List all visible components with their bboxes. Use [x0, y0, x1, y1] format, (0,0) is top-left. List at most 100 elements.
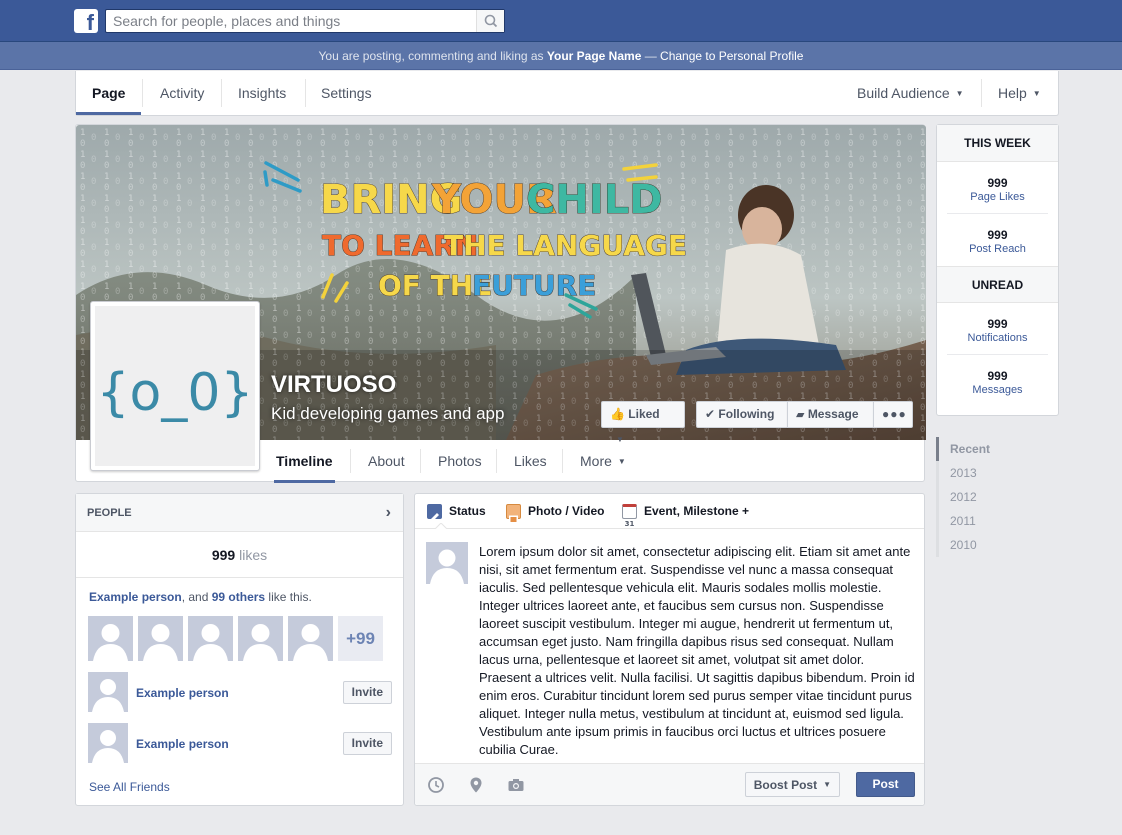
- avatar[interactable]: [188, 616, 233, 661]
- tab-about[interactable]: About: [368, 440, 405, 483]
- clock-icon[interactable]: [427, 776, 445, 794]
- cover-card: 1 0 0: [75, 124, 926, 483]
- avatar[interactable]: [88, 672, 128, 712]
- notifications-count: 999: [987, 317, 1008, 331]
- post-button[interactable]: Post: [856, 772, 915, 797]
- boost-post-label: Boost Post: [753, 778, 818, 792]
- checkmark-icon: ✔: [705, 407, 716, 421]
- year-2010[interactable]: 2010: [936, 533, 1036, 557]
- caret-down-icon: ▼: [1032, 89, 1041, 98]
- tab-photos[interactable]: Photos: [438, 440, 482, 483]
- avatar[interactable]: [88, 723, 128, 763]
- avatar: [426, 542, 468, 584]
- svg-text:31: 31: [625, 520, 635, 528]
- liked-button[interactable]: 👍 Liked ▼: [601, 401, 685, 444]
- caret-down-icon: ▼: [823, 780, 831, 789]
- composer-tabs: Status Photo / Video 31 Event, Milestone…: [415, 494, 924, 530]
- default-avatar-icon: [193, 624, 228, 661]
- tab-timeline[interactable]: Timeline: [274, 440, 335, 483]
- default-avatar-icon: [293, 624, 328, 661]
- people-card: PEOPLE › 999 likes Example person, and 9…: [75, 493, 404, 806]
- search-button[interactable]: [476, 10, 504, 32]
- event-milestone-label: Event, Milestone +: [644, 504, 750, 518]
- messages-stat[interactable]: 999 Messages: [947, 355, 1048, 407]
- thumbs-up-icon: 👍: [610, 407, 625, 421]
- default-avatar-icon: [92, 730, 124, 763]
- message-button[interactable]: ▰ Message: [787, 401, 874, 428]
- invite-button[interactable]: Invite: [342, 732, 392, 755]
- profile-picture[interactable]: {o_0}: [90, 301, 260, 471]
- friends-like-text: Example person, and 99 others like this.: [89, 590, 312, 604]
- status-textarea[interactable]: Lorem ipsum dolor sit amet, consectetur …: [479, 543, 915, 759]
- location-pin-icon[interactable]: [467, 776, 485, 794]
- likes-count: 999: [211, 547, 236, 563]
- avatar[interactable]: [138, 616, 183, 661]
- more-friends-badge[interactable]: +99: [338, 616, 383, 661]
- caret-down-icon: ▼: [955, 89, 964, 98]
- avatar[interactable]: [238, 616, 283, 661]
- person-name-link[interactable]: Example person: [136, 686, 229, 700]
- tab-insights[interactable]: Insights: [222, 71, 302, 115]
- stats-panel: THIS WEEK 999 Page Likes 999 Post Reach …: [936, 124, 1059, 416]
- person-name-link[interactable]: Example person: [136, 737, 229, 751]
- year-recent[interactable]: Recent: [936, 437, 1036, 461]
- following-label: Following: [718, 407, 775, 421]
- composer-body[interactable]: Lorem ipsum dolor sit amet, consectetur …: [415, 530, 924, 762]
- cover-headline-child: CHILD: [526, 177, 662, 223]
- change-profile-link[interactable]: Change to Personal Profile: [660, 49, 803, 63]
- composer-footer: Boost Post ▼ Post: [415, 763, 924, 805]
- invite-button[interactable]: Invite: [342, 681, 392, 704]
- year-2011[interactable]: 2011: [936, 509, 1036, 533]
- this-week-header: THIS WEEK: [937, 125, 1058, 162]
- year-2012[interactable]: 2012: [936, 485, 1036, 509]
- people-header[interactable]: PEOPLE ›: [76, 494, 403, 532]
- default-avatar-icon: [92, 679, 124, 712]
- liker-link[interactable]: Example person: [89, 590, 182, 604]
- messages-count: 999: [987, 369, 1008, 383]
- list-item: Example person Invite: [88, 723, 392, 763]
- message-label: Message: [807, 407, 859, 421]
- unread-header: UNREAD: [937, 266, 1058, 303]
- page-title[interactable]: VIRTUOSO: [271, 371, 396, 399]
- tab-event-milestone[interactable]: 31 Event, Milestone +: [622, 494, 749, 529]
- camera-icon[interactable]: [507, 776, 525, 794]
- boost-post-button[interactable]: Boost Post ▼: [744, 772, 840, 797]
- help-menu[interactable]: Help ▼: [982, 71, 1057, 115]
- tab-photo-video[interactable]: Photo / Video: [506, 494, 604, 529]
- facebook-logo-icon[interactable]: f: [74, 9, 98, 33]
- caret-down-icon: ▼: [616, 435, 624, 444]
- more-options-button[interactable]: ●●●: [873, 401, 913, 428]
- status-label: Status: [449, 504, 486, 518]
- page-likes-stat[interactable]: 999 Page Likes: [947, 162, 1048, 214]
- default-avatar-icon: [93, 624, 128, 661]
- nav-divider: [142, 79, 143, 107]
- people-header-label: PEOPLE: [87, 507, 132, 519]
- post-reach-stat[interactable]: 999 Post Reach: [947, 214, 1048, 266]
- build-audience-label: Build Audience: [857, 85, 950, 101]
- chevron-right-icon[interactable]: ›: [386, 494, 391, 532]
- page-likes-count: 999: [987, 176, 1008, 190]
- tab-page[interactable]: Page: [76, 71, 142, 115]
- others-link[interactable]: 99 others: [212, 590, 265, 604]
- tab-settings[interactable]: Settings: [305, 71, 388, 115]
- avatar[interactable]: [88, 616, 133, 661]
- build-audience-menu[interactable]: Build Audience ▼: [841, 71, 980, 115]
- active-tab-pointer-icon: [434, 523, 448, 530]
- messages-label: Messages: [972, 384, 1023, 396]
- notifications-label: Notifications: [967, 332, 1028, 344]
- like-text-end: like this.: [265, 590, 312, 604]
- tab-likes[interactable]: Likes: [514, 440, 547, 483]
- avatar[interactable]: [288, 616, 333, 661]
- pencil-icon: [427, 504, 442, 522]
- search-input[interactable]: [106, 10, 466, 32]
- following-button[interactable]: ✔ Following: [696, 401, 788, 428]
- default-avatar-icon: [143, 624, 178, 661]
- tab-activity[interactable]: Activity: [144, 71, 220, 115]
- year-2013[interactable]: 2013: [936, 461, 1036, 485]
- notifications-stat[interactable]: 999 Notifications: [947, 303, 1048, 355]
- posting-as-page-name[interactable]: Your Page Name: [547, 49, 641, 63]
- tab-divider: [420, 449, 421, 473]
- photo-icon: [506, 504, 521, 524]
- see-all-friends-link[interactable]: See All Friends: [89, 780, 170, 794]
- tab-divider: [350, 449, 351, 473]
